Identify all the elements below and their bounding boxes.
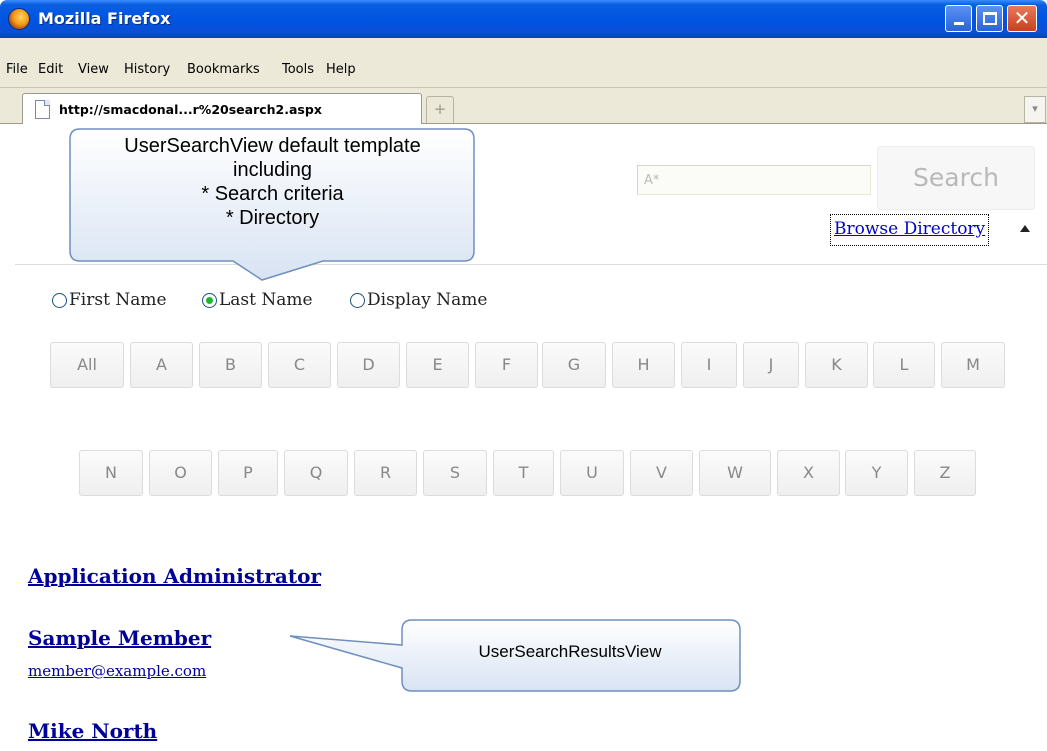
letter-button-c[interactable]: C: [268, 342, 331, 388]
menu-view[interactable]: View: [78, 62, 109, 77]
page-icon: [35, 100, 50, 119]
result-name-link[interactable]: Application Administrator: [28, 564, 321, 588]
radio-button[interactable]: [52, 293, 67, 308]
new-tab-button[interactable]: +: [426, 96, 454, 123]
browse-directory-link[interactable]: Browse Directory: [830, 214, 990, 246]
letter-button-o[interactable]: O: [149, 450, 212, 496]
tab-label: http://smacdonal...r%20search2.aspx: [59, 102, 322, 117]
callout-results-text: UserSearchResultsView: [478, 642, 662, 661]
minimize-icon: [954, 22, 964, 25]
letter-button-all[interactable]: All: [50, 342, 124, 388]
callout-line: * Directory: [225, 207, 320, 229]
letter-button-e[interactable]: E: [406, 342, 469, 388]
letter-button-u[interactable]: U: [560, 450, 624, 496]
callout-line: * Search criteria: [201, 183, 344, 205]
callout-line: including: [233, 159, 312, 181]
letter-button-b[interactable]: B: [199, 342, 262, 388]
callout-line: UserSearchView default template: [124, 135, 421, 157]
menu-tools[interactable]: Tools: [282, 62, 314, 77]
window-title: Mozilla Firefox: [38, 9, 171, 28]
letter-button-v[interactable]: V: [630, 450, 693, 496]
firefox-icon: [8, 8, 30, 30]
maximize-icon: [983, 12, 997, 25]
minimize-button[interactable]: [945, 5, 972, 32]
close-button[interactable]: ✕: [1007, 5, 1037, 32]
window-titlebar: Mozilla Firefox ✕: [0, 0, 1047, 38]
menu-history[interactable]: History: [124, 62, 170, 77]
collapse-caret-icon[interactable]: [1020, 225, 1030, 232]
maximize-button[interactable]: [976, 5, 1003, 32]
letter-button-l[interactable]: L: [873, 342, 935, 388]
letter-button-m[interactable]: M: [941, 342, 1005, 388]
letter-button-k[interactable]: K: [805, 342, 868, 388]
divider: [15, 264, 1047, 265]
radio-button-checked[interactable]: [202, 293, 217, 308]
letter-button-z[interactable]: Z: [914, 450, 976, 496]
letter-button-n[interactable]: N: [79, 450, 143, 496]
radio-label: Last Name: [219, 290, 313, 310]
menu-bar: File Edit View History Bookmarks Tools H…: [0, 38, 1047, 88]
letter-button-r[interactable]: R: [354, 450, 417, 496]
letter-button-j[interactable]: J: [743, 342, 799, 388]
search-button[interactable]: Search: [877, 146, 1035, 210]
radio-label: Display Name: [367, 290, 488, 310]
letter-button-g[interactable]: G: [542, 342, 606, 388]
letter-button-a[interactable]: A: [130, 342, 193, 388]
menu-bookmarks[interactable]: Bookmarks: [187, 62, 260, 77]
menu-file[interactable]: File: [6, 62, 28, 77]
letter-button-w[interactable]: W: [699, 450, 771, 496]
letter-button-s[interactable]: S: [423, 450, 487, 496]
radio-button[interactable]: [350, 293, 365, 308]
letter-button-x[interactable]: X: [777, 450, 840, 496]
radio-label: First Name: [69, 290, 167, 310]
menu-help[interactable]: Help: [326, 62, 356, 77]
letter-button-p[interactable]: P: [218, 450, 278, 496]
result-email-link[interactable]: member@example.com: [28, 662, 206, 680]
result-name-link[interactable]: Mike North: [28, 719, 157, 743]
result-name-link[interactable]: Sample Member: [28, 626, 211, 650]
letter-button-q[interactable]: Q: [284, 450, 348, 496]
search-input[interactable]: [637, 165, 871, 195]
menu-edit[interactable]: Edit: [38, 62, 63, 77]
close-icon: ✕: [1013, 6, 1031, 30]
letter-button-t[interactable]: T: [493, 450, 554, 496]
tab-active[interactable]: http://smacdonal...r%20search2.aspx: [22, 93, 422, 124]
tab-list-button[interactable]: ▾: [1024, 96, 1046, 123]
tab-strip: http://smacdonal...r%20search2.aspx + ▾: [0, 88, 1047, 124]
letter-button-y[interactable]: Y: [845, 450, 908, 496]
letter-button-f[interactable]: F: [475, 342, 538, 388]
letter-button-h[interactable]: H: [612, 342, 675, 388]
letter-button-d[interactable]: D: [337, 342, 400, 388]
callout-template-text: UserSearchView default template includin…: [70, 134, 475, 230]
letter-button-i[interactable]: I: [681, 342, 737, 388]
